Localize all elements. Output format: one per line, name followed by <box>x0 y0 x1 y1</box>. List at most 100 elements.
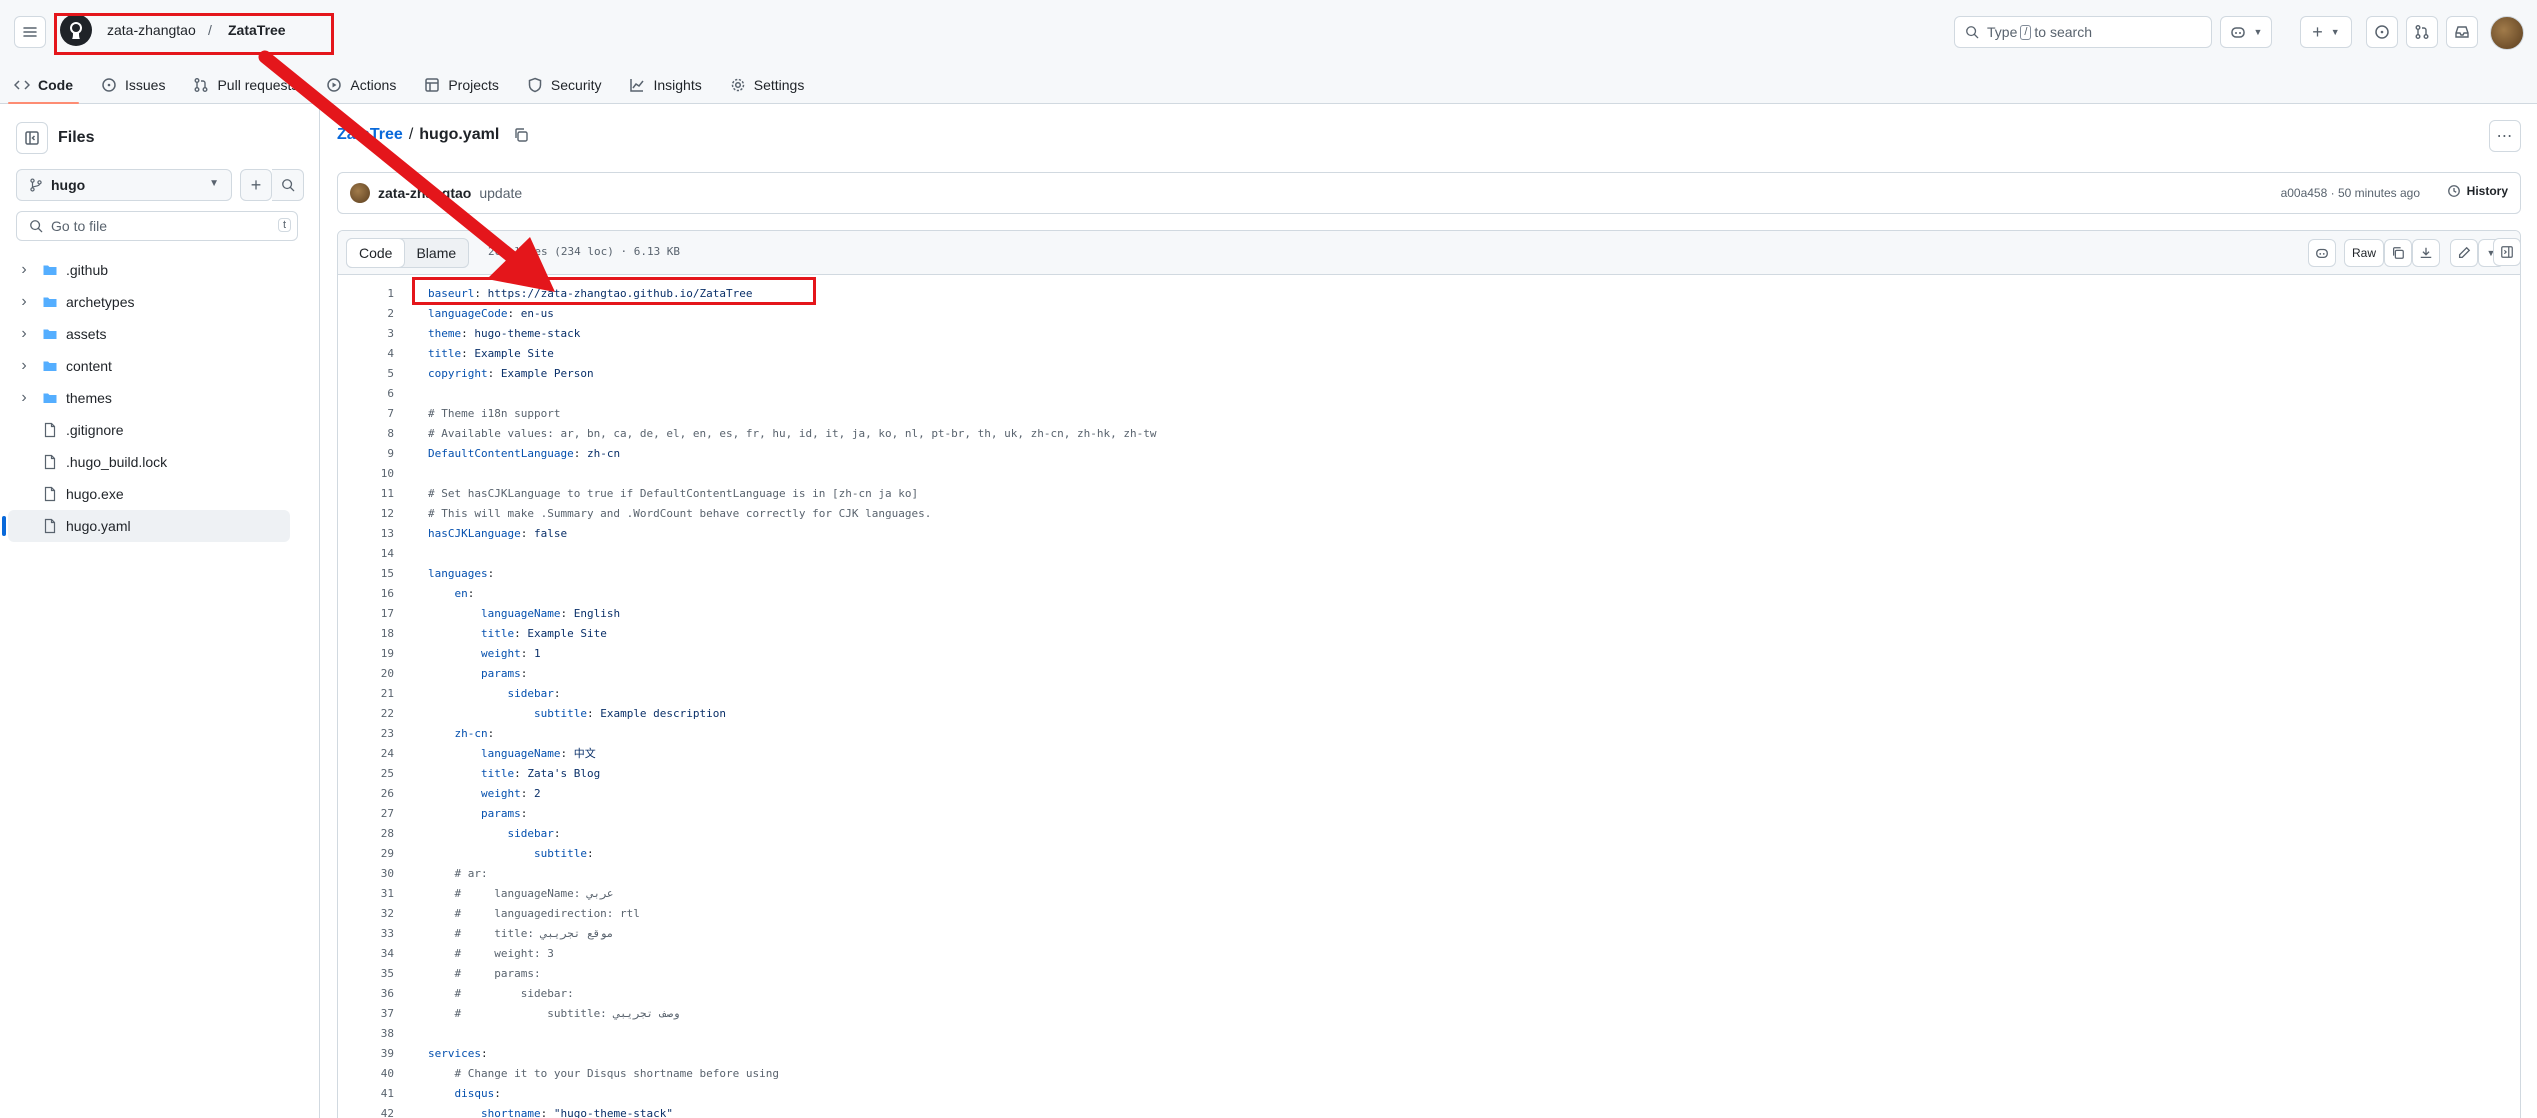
tree-item-file[interactable]: hugo.yaml <box>2 510 290 542</box>
chevron-right-icon[interactable]: › <box>16 357 32 375</box>
download-button[interactable] <box>2412 239 2440 267</box>
tab-actions[interactable]: Actions <box>312 66 410 104</box>
tab-projects[interactable]: Projects <box>410 66 513 104</box>
edit-button[interactable] <box>2450 239 2478 267</box>
copy-raw-button[interactable] <box>2384 239 2412 267</box>
code-line: 20 params: <box>338 664 2520 684</box>
line-number[interactable]: 4 <box>338 344 394 364</box>
history-button[interactable]: History <box>2447 184 2508 198</box>
issues-button[interactable] <box>2366 16 2398 48</box>
line-number[interactable]: 20 <box>338 664 394 684</box>
tree-item-folder[interactable]: › archetypes <box>8 286 290 318</box>
tab-insights[interactable]: Insights <box>615 66 715 104</box>
breadcrumb-repo-link[interactable]: ZataTree <box>337 126 403 144</box>
code-line: 2 languageCode: en-us <box>338 304 2520 324</box>
chevron-right-icon[interactable]: › <box>16 325 32 343</box>
line-number[interactable]: 10 <box>338 464 394 484</box>
line-number[interactable]: 23 <box>338 724 394 744</box>
copilot-file-button[interactable] <box>2308 239 2336 267</box>
chevron-right-icon[interactable]: › <box>16 389 32 407</box>
repo-link[interactable]: ZataTree <box>228 22 286 38</box>
line-number[interactable]: 40 <box>338 1064 394 1084</box>
line-number[interactable]: 30 <box>338 864 394 884</box>
line-number[interactable]: 18 <box>338 624 394 644</box>
github-logo-icon[interactable] <box>60 14 92 46</box>
line-number[interactable]: 38 <box>338 1024 394 1044</box>
code-view-button[interactable]: Code <box>346 238 406 268</box>
tab-pull-requests[interactable]: Pull requests <box>179 66 312 104</box>
copy-path-icon[interactable] <box>513 127 529 143</box>
menu-button[interactable] <box>14 16 46 48</box>
tree-item-folder[interactable]: › .github <box>8 254 290 286</box>
line-number[interactable]: 12 <box>338 504 394 524</box>
line-number[interactable]: 28 <box>338 824 394 844</box>
tree-item-file[interactable]: hugo.exe <box>8 478 290 510</box>
line-number[interactable]: 2 <box>338 304 394 324</box>
line-number[interactable]: 3 <box>338 324 394 344</box>
tab-security[interactable]: Security <box>513 66 616 104</box>
create-new-button[interactable]: + ▼ <box>2300 16 2352 48</box>
tab-code[interactable]: Code <box>0 66 87 104</box>
line-content: sidebar: <box>507 687 561 700</box>
line-number[interactable]: 13 <box>338 524 394 544</box>
line-number[interactable]: 36 <box>338 984 394 1004</box>
line-number[interactable]: 27 <box>338 804 394 824</box>
tree-item-folder[interactable]: › assets <box>8 318 290 350</box>
search-files-button[interactable] <box>272 169 304 201</box>
chevron-right-icon[interactable]: › <box>16 293 32 311</box>
line-number[interactable]: 15 <box>338 564 394 584</box>
commit-message[interactable]: update <box>479 185 522 201</box>
owner-link[interactable]: zata-zhangtao <box>107 22 196 38</box>
copilot-button[interactable]: ▼ <box>2220 16 2272 48</box>
line-number[interactable]: 17 <box>338 604 394 624</box>
line-number[interactable]: 42 <box>338 1104 394 1118</box>
line-number[interactable]: 14 <box>338 544 394 564</box>
tree-item-folder[interactable]: › content <box>8 350 290 382</box>
go-to-file-input[interactable]: Go to file t <box>16 211 298 241</box>
commit-author-avatar[interactable] <box>350 183 370 203</box>
commit-meta[interactable]: a00a458 · 50 minutes ago <box>2281 186 2420 200</box>
blame-view-button[interactable]: Blame <box>404 239 468 267</box>
collapse-sidebar-button[interactable] <box>16 122 48 154</box>
add-file-button[interactable]: + <box>240 169 272 201</box>
line-number[interactable]: 32 <box>338 904 394 924</box>
line-number[interactable]: 39 <box>338 1044 394 1064</box>
line-number[interactable]: 11 <box>338 484 394 504</box>
commit-author[interactable]: zata-zhangtao <box>378 185 471 201</box>
line-number[interactable]: 9 <box>338 444 394 464</box>
line-number[interactable]: 34 <box>338 944 394 964</box>
line-number[interactable]: 5 <box>338 364 394 384</box>
line-number[interactable]: 31 <box>338 884 394 904</box>
tab-issues[interactable]: Issues <box>87 66 179 104</box>
line-number[interactable]: 6 <box>338 384 394 404</box>
line-number[interactable]: 1 <box>338 284 394 304</box>
line-number[interactable]: 7 <box>338 404 394 424</box>
repo-nav: Code Issues Pull requests Actions Projec… <box>0 66 818 104</box>
line-number[interactable]: 21 <box>338 684 394 704</box>
user-avatar[interactable] <box>2490 16 2524 50</box>
line-number[interactable]: 25 <box>338 764 394 784</box>
pull-requests-button[interactable] <box>2406 16 2438 48</box>
line-number[interactable]: 24 <box>338 744 394 764</box>
tab-settings[interactable]: Settings <box>716 66 819 104</box>
line-number[interactable]: 22 <box>338 704 394 724</box>
chevron-right-icon[interactable]: › <box>16 261 32 279</box>
symbols-panel-button[interactable] <box>2493 238 2521 266</box>
line-number[interactable]: 35 <box>338 964 394 984</box>
tree-item-file[interactable]: .gitignore <box>8 414 290 446</box>
more-options-button[interactable]: ⋯ <box>2489 120 2521 152</box>
search-input[interactable]: Type / to search <box>1954 16 2212 48</box>
line-number[interactable]: 19 <box>338 644 394 664</box>
line-number[interactable]: 8 <box>338 424 394 444</box>
inbox-button[interactable] <box>2446 16 2478 48</box>
tree-item-file[interactable]: .hugo_build.lock <box>8 446 290 478</box>
line-number[interactable]: 16 <box>338 584 394 604</box>
tree-item-folder[interactable]: › themes <box>8 382 290 414</box>
line-number[interactable]: 37 <box>338 1004 394 1024</box>
line-number[interactable]: 26 <box>338 784 394 804</box>
branch-selector[interactable]: hugo ▼ <box>16 169 232 201</box>
line-number[interactable]: 41 <box>338 1084 394 1104</box>
line-number[interactable]: 33 <box>338 924 394 944</box>
raw-button[interactable]: Raw <box>2344 239 2384 267</box>
line-number[interactable]: 29 <box>338 844 394 864</box>
